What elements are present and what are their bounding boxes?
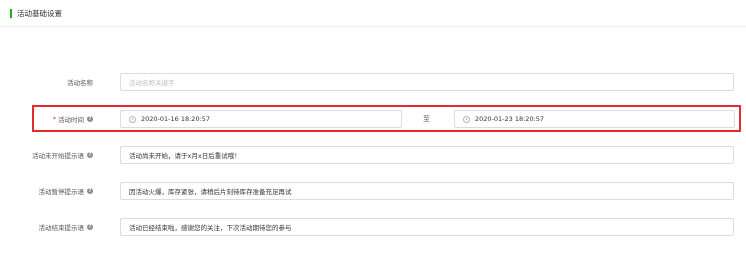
activity-time-label: * 活动时间 ? (53, 110, 93, 128)
activity-name-label: 活动名称 (67, 73, 93, 91)
section-accent-bar (10, 8, 12, 18)
activity-time-row: * 活动时间 ? 2020-01-16 18:20:57 至 2020-01-2… (0, 110, 746, 128)
activity-name-label-text: 活动名称 (67, 79, 93, 87)
ended-msg-row: 活动结束提示语 ? 活动已经结束啦，感谢您的关注，下次活动期待您的参与 (0, 218, 746, 236)
ended-msg-value: 活动已经结束啦，感谢您的关注，下次活动期待您的参与 (129, 224, 292, 232)
paused-msg-row: 活动暂停提示语 ? 因活动火爆，库存紧张，请稍后片刻待库存准备充足再试 (0, 182, 746, 200)
question-circle-icon[interactable]: ? (87, 152, 93, 158)
clock-icon (129, 115, 136, 123)
paused-msg-label-text: 活动暂停提示语 (38, 188, 85, 196)
start-time-value: 2020-01-16 18:20:57 (141, 115, 211, 123)
header-divider (0, 26, 746, 27)
ended-msg-label-text: 活动结束提示语 (38, 224, 85, 232)
required-mark: * (52, 115, 56, 123)
not-started-msg-value: 活动尚未开始，请于x月x日后重试哦！ (129, 152, 241, 160)
end-time-value: 2020-01-23 18:20:57 (475, 115, 545, 123)
paused-msg-input[interactable]: 因活动火爆，库存紧张，请稍后片刻待库存准备充足再试 (120, 182, 734, 200)
clock-icon (463, 115, 470, 123)
ended-msg-input[interactable]: 活动已经结束啦，感谢您的关注，下次活动期待您的参与 (120, 218, 734, 236)
section-title: 活动基础设置 (17, 8, 62, 18)
end-time-input[interactable]: 2020-01-23 18:20:57 (454, 110, 735, 128)
paused-msg-value: 因活动火爆，库存紧张，请稍后片刻待库存准备充足再试 (129, 188, 292, 196)
activity-name-row: 活动名称 活动名称关键字 (0, 73, 746, 91)
not-started-msg-row: 活动未开始提示语 ? 活动尚未开始，请于x月x日后重试哦！ (0, 146, 746, 164)
section-header: 活动基础设置 (10, 8, 62, 18)
paused-msg-label: 活动暂停提示语 ? (38, 182, 93, 200)
question-circle-icon[interactable]: ? (87, 224, 93, 230)
not-started-msg-label: 活动未开始提示语 ? (32, 146, 93, 164)
question-circle-icon[interactable]: ? (87, 188, 93, 194)
not-started-msg-label-text: 活动未开始提示语 (32, 152, 84, 160)
activity-name-input[interactable]: 活动名称关键字 (120, 73, 734, 91)
ended-msg-label: 活动结束提示语 ? (38, 218, 93, 236)
not-started-msg-input[interactable]: 活动尚未开始，请于x月x日后重试哦！ (120, 146, 734, 164)
activity-time-label-text: 活动时间 (58, 116, 84, 124)
question-circle-icon[interactable]: ? (87, 116, 93, 122)
start-time-input[interactable]: 2020-01-16 18:20:57 (120, 110, 402, 128)
time-range-separator: 至 (423, 115, 430, 123)
activity-name-placeholder: 活动名称关键字 (129, 79, 175, 87)
